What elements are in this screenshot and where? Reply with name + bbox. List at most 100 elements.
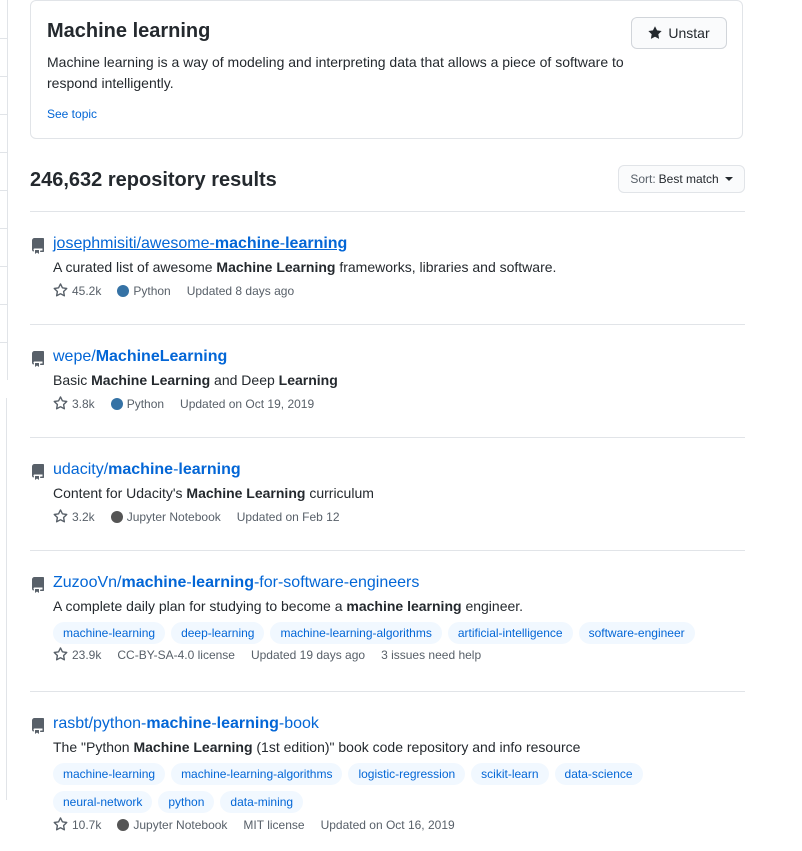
repo-name-link[interactable]: udacity/machine-learning — [53, 461, 241, 479]
repo-list-item: ZuzooVn/machine-learning -for-software-en… — [30, 550, 745, 691]
repo-updated: Updated 8 days ago — [186, 283, 295, 298]
topic-tag[interactable]: machine-learning-algorithms — [270, 622, 442, 644]
repo-updated: Updated 19 days ago — [250, 647, 366, 662]
stargazers-link[interactable]: 10.7k — [53, 817, 101, 832]
repo-description-part: Machine Learning — [186, 485, 306, 501]
repo-description-part: Content for Udacity's — [53, 485, 187, 501]
repo-owner: rasbt/ — [53, 715, 94, 732]
repo-description-part: A curated list of awesome — [53, 259, 217, 275]
repo-name-part: awesome- — [141, 235, 215, 252]
topic-description: Machine learning is a way of modeling an… — [47, 54, 624, 91]
language-name: Jupyter Notebook — [126, 509, 221, 524]
repo-description-part: and Deep — [210, 372, 279, 388]
repo-description: A curated list of awesome Machine Learni… — [53, 259, 556, 275]
repo-meta: 10.7k Jupyter Notebook MIT license Updated … — [53, 817, 471, 832]
unstar-button[interactable]: Unstar — [631, 17, 727, 49]
repo-description-part: frameworks, libraries and software. — [335, 259, 557, 275]
star-count: 45.2k — [72, 283, 102, 298]
repo-name-part: learning — [285, 235, 348, 252]
topic-card: Machine learning Machine learning is a w… — [30, 0, 743, 139]
topic-tag[interactable]: machine-learning — [53, 763, 166, 785]
topic-tag[interactable]: data-science — [554, 763, 643, 785]
repo-owner: ZuzooVn/ — [53, 574, 122, 591]
repo-updated: Updated on Oct 16, 2019 — [320, 817, 455, 832]
repo-name-link[interactable]: wepe/MachineLearning — [53, 348, 227, 366]
star-icon — [53, 283, 68, 298]
repo-description-part: machine learning — [346, 598, 462, 614]
topic-tag[interactable]: machine-learning — [53, 622, 166, 644]
left-sidebar-edge — [0, 0, 8, 380]
star-icon — [53, 817, 68, 832]
topic-tag[interactable]: scikit-learn — [471, 763, 549, 785]
star-icon — [53, 647, 68, 662]
repo-name-link[interactable]: rasbt/python-machine-learning-book — [53, 715, 319, 733]
stargazers-link[interactable]: 3.8k — [53, 396, 95, 411]
repo-meta: 3.2k Jupyter Notebook Updated on Feb 12 — [53, 509, 356, 524]
repo-description-part: Basic — [53, 372, 92, 388]
repo-description-part: The "Python — [53, 739, 134, 755]
repo-list-item: rasbt/python-machine-learning-book The "P… — [30, 691, 745, 851]
topic-title: Machine learning — [47, 20, 211, 42]
repo-name-link[interactable]: ZuzooVn/machine-learning-for-software-en… — [53, 574, 419, 592]
topic-tag[interactable]: software-engineer — [578, 622, 695, 644]
help-wanted-issues-link[interactable]: 3 issues need help — [381, 648, 481, 662]
see-topic-link[interactable]: See topic — [47, 107, 97, 121]
repo-description-part: curriculum — [305, 485, 374, 501]
stargazers-link[interactable]: 3.2k — [53, 509, 95, 524]
sort-prefix: Sort: — [630, 172, 656, 186]
topic-tag[interactable]: artificial-intelligence — [447, 622, 573, 644]
repo-meta: 3.8k Python Updated on Oct 19, 2019 — [53, 396, 330, 411]
language-name: Jupyter Notebook — [133, 817, 228, 832]
results-count: 246,632 repository results — [30, 169, 277, 191]
repo-description-part: A complete daily plan for studying to be… — [53, 598, 347, 614]
repo-name-part: -book — [278, 715, 319, 732]
star-filled-icon — [648, 26, 663, 39]
topic-tag[interactable]: deep-learning — [171, 622, 265, 644]
repo-icon — [30, 577, 46, 593]
repo-description-part: Machine Learning — [91, 372, 211, 388]
stargazers-link[interactable]: 23.9k — [53, 647, 101, 662]
topic-tag[interactable]: neural-network — [53, 791, 153, 813]
repo-name-part: learning — [216, 715, 279, 732]
repo-owner: josephmisiti/ — [53, 235, 142, 252]
repo-list-item: wepe/MachineLearning Basic Machine Learni… — [30, 324, 745, 437]
star-count: 23.9k — [72, 647, 102, 662]
topic-tag[interactable]: python — [158, 791, 215, 813]
repo-description-part: (1st edition)" book code repository and … — [252, 739, 581, 755]
stargazers-link[interactable]: 45.2k — [53, 283, 101, 298]
repo-name-part: MachineLearning — [95, 348, 228, 365]
repo-name-link[interactable]: josephmisiti/awesome-machine-learning — [53, 235, 347, 253]
repo-meta: 45.2k Python Updated 8 days ago — [53, 283, 310, 298]
repo-icon — [30, 238, 46, 254]
repo-name-part: machine — [146, 715, 212, 732]
repo-name-part: -for-software-engineers — [253, 574, 420, 591]
language-color-dot — [117, 818, 130, 831]
repo-updated: Updated on Oct 19, 2019 — [180, 396, 315, 411]
language-name: Python — [133, 283, 171, 298]
star-count: 3.2k — [72, 509, 95, 524]
repo-license: CC-BY-SA-4.0 license — [117, 647, 235, 662]
repo-owner: udacity/ — [53, 461, 109, 478]
caret-down-icon — [724, 177, 733, 181]
repo-name-part: machine — [121, 574, 187, 591]
repo-description-part: Learning — [278, 372, 338, 388]
repo-description: A complete daily plan for studying to be… — [53, 598, 523, 614]
topic-tag[interactable]: machine-learning-algorithms — [171, 763, 343, 785]
language-name: Python — [126, 396, 165, 411]
repo-description-part: engineer. — [461, 598, 524, 614]
repo-description-part: Machine Learning — [133, 739, 253, 755]
repo-owner: wepe/ — [53, 348, 96, 365]
topic-tag[interactable]: data-mining — [220, 791, 304, 813]
repo-list: josephmisiti/awesome-machine-learning A c… — [30, 211, 745, 851]
repo-name-part: learning — [191, 574, 254, 591]
repo-language: Python — [110, 396, 165, 411]
repo-name-part: python- — [93, 715, 147, 732]
star-count: 10.7k — [72, 817, 102, 832]
star-count: 3.8k — [72, 396, 95, 411]
repo-license: MIT license — [243, 817, 305, 832]
star-icon — [53, 509, 68, 524]
sort-dropdown[interactable]: Sort: Best match — [618, 165, 745, 193]
repo-name-part: learning — [178, 461, 241, 478]
repo-list-item: josephmisiti/awesome-machine-learning A c… — [30, 211, 745, 324]
topic-tag[interactable]: logistic-regression — [348, 763, 466, 785]
